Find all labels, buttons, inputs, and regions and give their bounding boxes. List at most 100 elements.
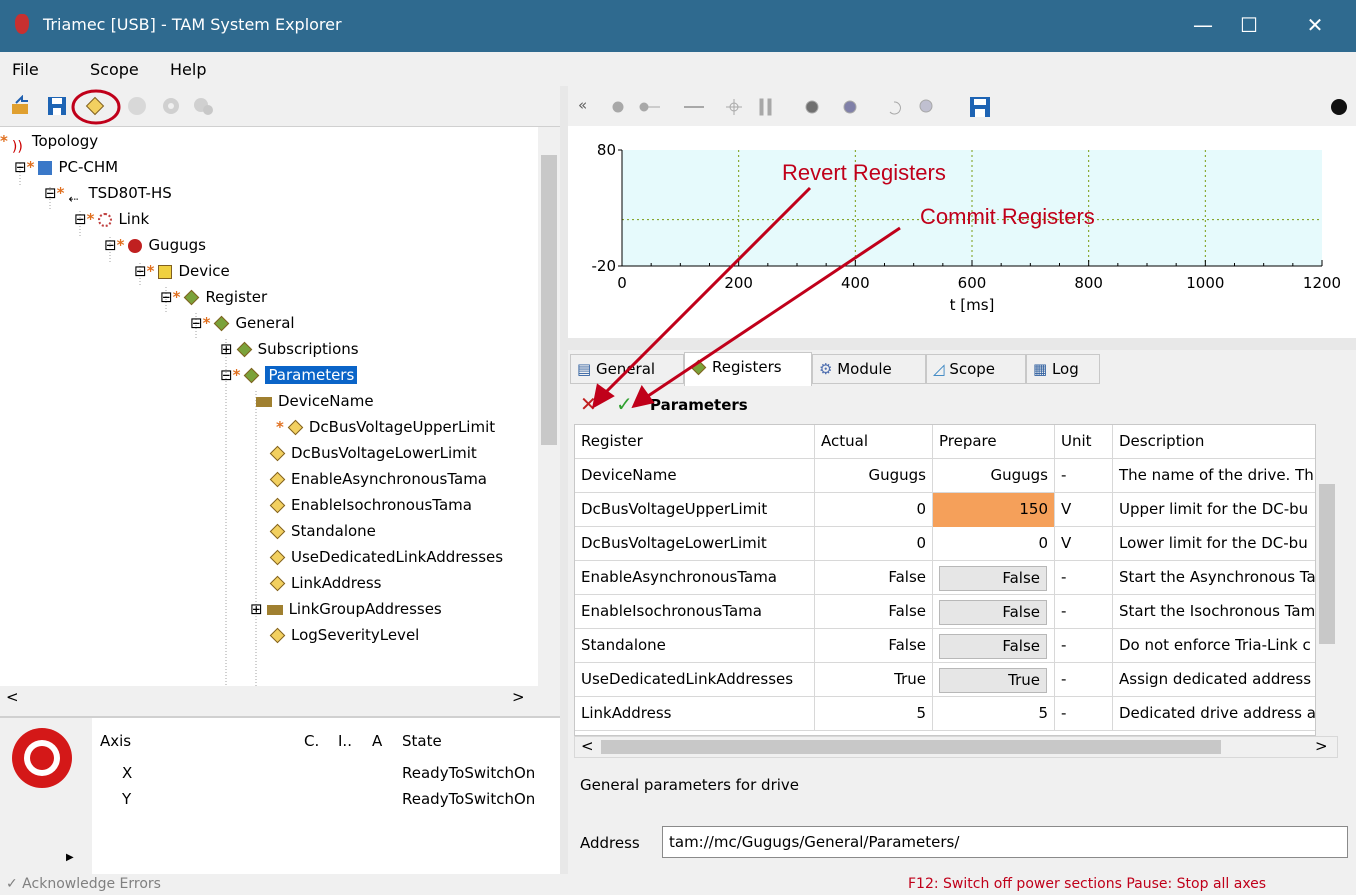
cell-unit: -	[1055, 595, 1113, 629]
scope-toolbar: «	[568, 86, 1356, 126]
prepare-toggle[interactable]: False	[939, 600, 1047, 625]
cell-description: Start the Isochronous Tam	[1113, 595, 1315, 629]
scrollbar-thumb[interactable]	[1319, 484, 1335, 644]
axis-row-state: ReadyToSwitchOn	[402, 764, 536, 782]
gear-disabled-icon	[163, 98, 179, 114]
tree-horizontal-scrollbar[interactable]: < >	[0, 686, 560, 708]
cell-unit: -	[1055, 629, 1113, 663]
close-button[interactable]: ✕	[1300, 10, 1330, 40]
axis-header-a: A	[372, 732, 383, 750]
register-description: General parameters for drive	[574, 762, 1338, 812]
table-row[interactable]: DcBusVoltageLowerLimit 0 0 V Lower limit for…	[575, 527, 1315, 561]
column-description[interactable]: Description	[1113, 425, 1315, 459]
expand-icon[interactable]: ▶	[66, 852, 74, 863]
grid-horizontal-scrollbar[interactable]: < >	[574, 736, 1338, 758]
link-icon	[98, 212, 113, 227]
scroll-left-icon[interactable]: <	[6, 688, 19, 706]
cell-register: Standalone	[575, 629, 815, 663]
scroll-right-icon[interactable]: >	[1315, 737, 1328, 755]
cell-register: EnableAsynchronousTama	[575, 561, 815, 595]
tree-item-register-leaf[interactable]: EnableIsochronousTama	[269, 493, 472, 517]
cell-actual: 0	[815, 493, 933, 527]
open-icon[interactable]	[10, 95, 32, 117]
table-row[interactable]: LinkAddress 5 5- Dedicated drive address a	[575, 697, 1315, 731]
scroll-right-icon[interactable]: >	[512, 688, 525, 706]
register-leaf-icon	[266, 604, 283, 615]
cell-prepare: True	[933, 663, 1055, 697]
tree-item-register-leaf[interactable]: EnableAsynchronousTama	[269, 467, 487, 491]
prepare-toggle[interactable]: False	[939, 566, 1047, 591]
maximize-button[interactable]: ☐	[1234, 10, 1264, 40]
register-folder-icon	[236, 341, 252, 358]
axis-header-state: State	[402, 732, 442, 750]
table-row[interactable]: Standalone False False - Do not enforce Tria…	[575, 629, 1315, 663]
tree-item-topology[interactable]: *)) Topology	[0, 129, 98, 155]
drive-icon	[128, 238, 143, 253]
gears-disabled-icon	[194, 98, 213, 115]
error-state-icon[interactable]	[10, 726, 74, 790]
tree-item-device[interactable]: ⊟* Device	[134, 259, 230, 283]
cell-description: Assign dedicated address	[1113, 663, 1315, 697]
column-register[interactable]: Register	[575, 425, 815, 459]
column-unit[interactable]: Unit	[1055, 425, 1113, 459]
tree-item-register-leaf[interactable]: LinkAddress	[269, 571, 381, 595]
axis-row-name[interactable]: X	[122, 764, 132, 782]
axis-header-c: C.	[304, 732, 320, 750]
address-field[interactable]	[662, 826, 1348, 858]
tree-item-tsd80[interactable]: ⊟* ⇠ TSD80T-HS	[44, 181, 172, 206]
column-prepare[interactable]: Prepare	[933, 425, 1055, 459]
prepare-toggle[interactable]: True	[939, 668, 1047, 693]
tree-vertical-scrollbar[interactable]	[538, 127, 560, 687]
axis-header-i: I..	[338, 732, 352, 750]
menu-help[interactable]: Help	[170, 60, 206, 79]
table-row[interactable]: EnableIsochronousTama False False - Start th…	[575, 595, 1315, 629]
cell-prepare[interactable]: 5	[933, 697, 1055, 731]
cell-prepare[interactable]: 0	[933, 527, 1055, 561]
tree-item-subscriptions[interactable]: ⊞ Subscriptions	[220, 337, 359, 361]
app-icon	[15, 14, 29, 34]
acknowledge-errors-button[interactable]: ✓ Acknowledge Errors	[6, 876, 161, 892]
tree-item-register-leaf[interactable]: LogSeverityLevel	[269, 623, 419, 647]
tree-item-register-leaf[interactable]: DcBusVoltageLowerLimit	[269, 441, 477, 465]
table-row[interactable]: UseDedicatedLinkAddresses True True - Assign…	[575, 663, 1315, 697]
tree-item-register-leaf[interactable]: DeviceName	[256, 389, 374, 413]
tree-item-pc[interactable]: ⊟* PC-CHM	[14, 155, 118, 179]
tree-item-general[interactable]: ⊟* General	[190, 311, 295, 335]
cell-register: EnableIsochronousTama	[575, 595, 815, 629]
scroll-left-icon[interactable]: <	[581, 737, 594, 755]
table-row[interactable]: DcBusVoltageUpperLimit 0 150 V Upper limit f…	[575, 493, 1315, 527]
disabled-tool-icon	[128, 97, 146, 115]
tree-item-register-leaf[interactable]: * DcBusVoltageUpperLimit	[276, 415, 495, 439]
menu-scope[interactable]: Scope	[90, 60, 139, 79]
cell-actual: Gugugs	[815, 459, 933, 493]
register-icon	[269, 523, 286, 540]
tree-item-link[interactable]: ⊟* Link	[74, 207, 149, 231]
table-row[interactable]: DeviceName Gugugs Gugugs - The name of the d…	[575, 459, 1315, 493]
collapse-button[interactable]: «	[578, 96, 587, 114]
column-actual[interactable]: Actual	[815, 425, 933, 459]
x-tick-label: 1200	[1303, 274, 1341, 292]
menu-file[interactable]: File	[12, 60, 39, 79]
scrollbar-thumb[interactable]	[541, 155, 557, 445]
minimize-button[interactable]: —	[1188, 10, 1218, 40]
cell-prepare: False	[933, 561, 1055, 595]
axis-row-name[interactable]: Y	[122, 790, 131, 808]
cell-prepare[interactable]: Gugugs	[933, 459, 1055, 493]
tree-item-gugugs[interactable]: ⊟* Gugugs	[104, 233, 206, 257]
cell-prepare[interactable]: 150	[933, 493, 1055, 527]
tree-item-register-leaf[interactable]: Standalone	[269, 519, 376, 543]
save-icon[interactable]	[46, 95, 68, 117]
tree-item-parameters[interactable]: ⊟* Parameters	[220, 363, 358, 387]
description-text: General parameters for drive	[580, 776, 800, 794]
prepare-toggle[interactable]: False	[939, 634, 1047, 659]
register-folder-icon	[184, 289, 200, 306]
tree-item-register-leaf[interactable]: ⊞ LinkGroupAddresses	[250, 597, 442, 621]
register-icon	[269, 575, 286, 592]
scrollbar-thumb[interactable]	[601, 740, 1221, 754]
register-folder-icon	[214, 315, 230, 332]
tree-item-register[interactable]: ⊟* Register	[160, 285, 267, 309]
register-icon	[269, 627, 286, 644]
grid-vertical-scrollbar[interactable]	[1316, 424, 1338, 736]
tree-item-register-leaf[interactable]: UseDedicatedLinkAddresses	[269, 545, 503, 569]
table-row[interactable]: EnableAsynchronousTama False False - Start t…	[575, 561, 1315, 595]
